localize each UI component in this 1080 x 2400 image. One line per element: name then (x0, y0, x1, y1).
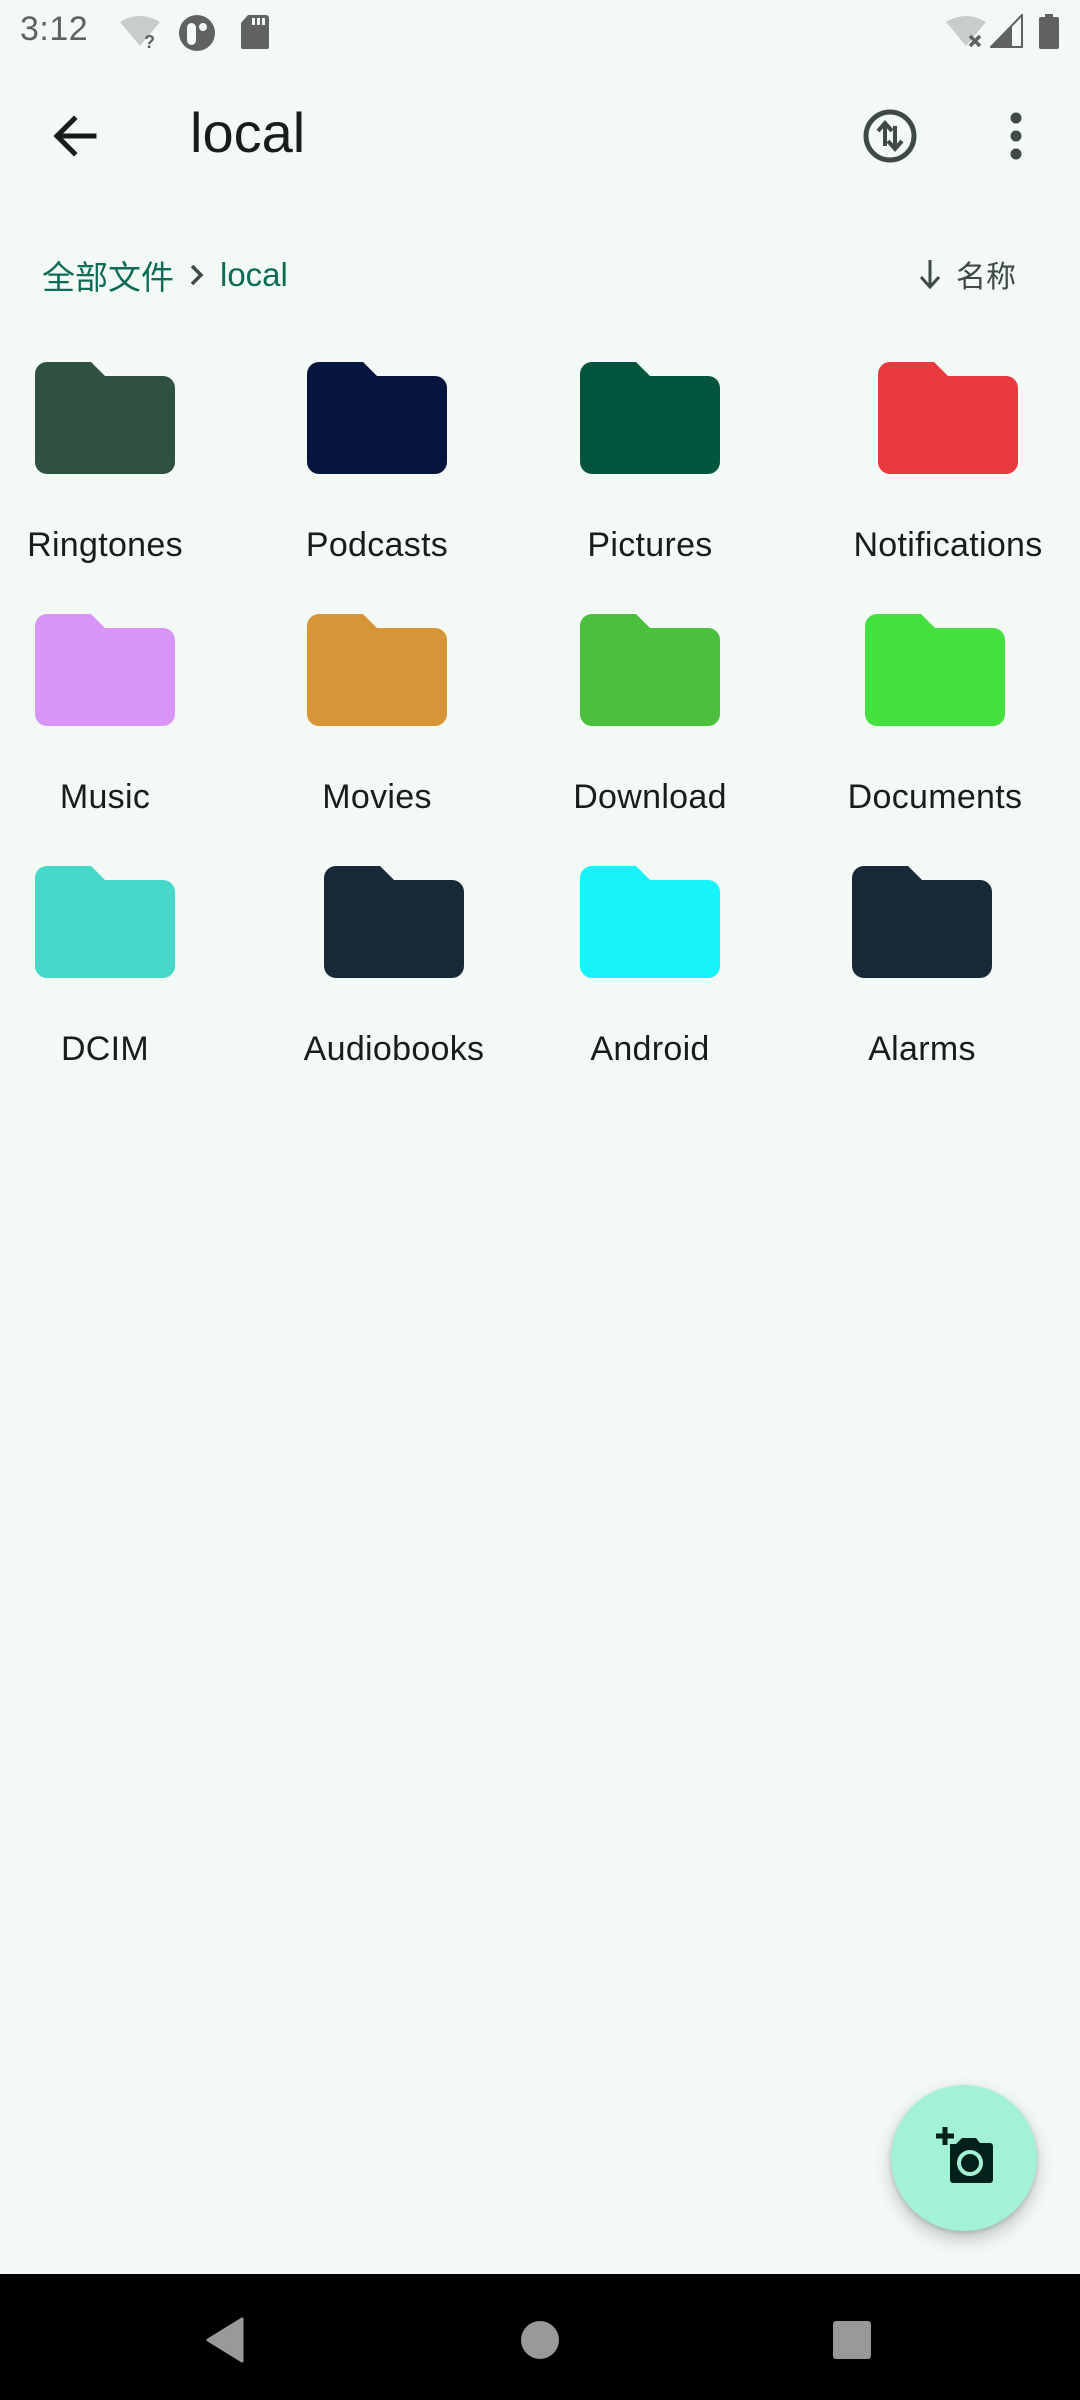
folder-item[interactable]: Music (0, 592, 215, 832)
home-circle-icon (521, 2321, 559, 2359)
folder-icon (35, 866, 175, 978)
folder-name: Documents (847, 778, 1023, 816)
wifi-off-icon (944, 14, 988, 55)
folder-icon (580, 362, 720, 474)
folder-item[interactable]: Android (540, 844, 760, 1084)
folder-name: Audiobooks (303, 1030, 485, 1068)
folder-item[interactable]: Alarms (812, 844, 1032, 1084)
folder-item[interactable]: Notifications (838, 340, 1058, 580)
add-a-photo-icon (936, 2127, 993, 2183)
folder-name: Ringtones (27, 526, 183, 564)
nav-home-button[interactable] (510, 2310, 570, 2370)
navigation-bar (0, 2274, 1080, 2400)
status-time: 3:12 (20, 10, 89, 48)
battery-icon (1038, 14, 1060, 55)
folder-item[interactable]: Pictures (540, 340, 760, 580)
folder-name: DCIM (60, 1030, 150, 1068)
folder-icon (878, 362, 1018, 474)
more-options-button[interactable] (984, 104, 1032, 168)
nav-back-button[interactable] (196, 2310, 256, 2370)
folder-item[interactable]: Podcasts (267, 340, 487, 580)
folder-name: Download (573, 778, 727, 816)
folder-item[interactable]: Audiobooks (284, 844, 504, 1084)
wifi-unknown-icon: ? (118, 14, 162, 55)
folder-item[interactable]: DCIM (0, 844, 215, 1084)
sd-card-icon (240, 14, 270, 55)
arrow-back-icon (53, 115, 97, 157)
more-vert-icon (1010, 112, 1022, 160)
back-button[interactable] (44, 104, 108, 168)
folder-name: Android (590, 1030, 710, 1068)
arrow-down-icon (918, 257, 942, 291)
folder-name: Notifications (853, 526, 1043, 564)
folder-item[interactable]: Documents (825, 592, 1045, 832)
folder-icon (35, 614, 175, 726)
sync-button[interactable] (858, 104, 922, 168)
svg-text:?: ? (144, 32, 155, 50)
breadcrumb-item-all-files[interactable]: 全部文件 (42, 251, 174, 299)
folder-name: Pictures (587, 526, 713, 564)
breadcrumb: 全部文件 local (42, 250, 288, 300)
status-bar: 3:12 ? (0, 0, 1080, 64)
folder-item[interactable]: Movies (267, 592, 487, 832)
breadcrumb-item-local[interactable]: local (220, 256, 288, 294)
folder-icon (580, 614, 720, 726)
cell-signal-icon (988, 12, 1024, 55)
folder-name: Alarms (868, 1030, 976, 1068)
sort-button[interactable]: 名称 (918, 252, 1016, 296)
folder-icon (307, 362, 447, 474)
nav-recents-button[interactable] (822, 2310, 882, 2370)
folder-icon (35, 362, 175, 474)
folder-name: Movies (322, 778, 432, 816)
app-bar: local (0, 64, 1080, 208)
folder-icon (307, 614, 447, 726)
folder-item[interactable]: Ringtones (0, 340, 215, 580)
back-triangle-icon (206, 2317, 244, 2363)
folder-icon (852, 866, 992, 978)
sync-icon (863, 109, 917, 163)
chevron-right-icon (186, 260, 208, 290)
recents-square-icon (833, 2321, 871, 2359)
folder-icon (865, 614, 1005, 726)
add-photo-fab[interactable] (891, 2085, 1037, 2231)
folder-icon (580, 866, 720, 978)
folder-name: Music (59, 778, 151, 816)
folder-item[interactable]: Download (540, 592, 760, 832)
folder-icon (324, 866, 464, 978)
app-notification-icon (178, 14, 216, 57)
sort-label: 名称 (956, 261, 1016, 294)
folder-name: Podcasts (305, 526, 449, 564)
page-title: local (190, 101, 306, 164)
